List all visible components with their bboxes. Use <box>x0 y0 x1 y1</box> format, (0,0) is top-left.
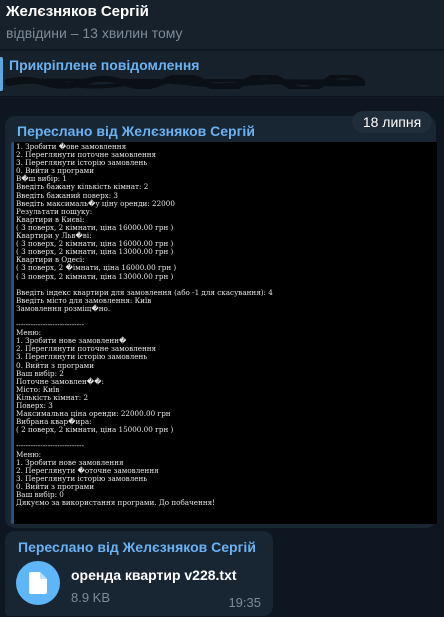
date-separator: 18 липня <box>352 111 432 133</box>
console-line: 0. Вийти з програми <box>16 481 95 491</box>
file-name[interactable]: оренда квартир v228.txt <box>71 567 237 583</box>
last-seen-status: відвідини – 13 хвилин тому <box>6 25 183 41</box>
console-line: Дякуємо за використання програми. До поб… <box>16 498 216 508</box>
console-line: 0. Вийти з програми <box>16 166 95 176</box>
console-line: ---------------------------- <box>16 441 85 451</box>
forwarded-message-screenshot[interactable]: Переслано від Желєзняков Сергій 1. Зроби… <box>5 116 437 528</box>
console-line: 0. Вийти з програми <box>16 360 95 370</box>
console-line: ( 3 поверх, 2 кімнати, ціна 13000.00 грн… <box>16 271 174 281</box>
console-line: Кількість кімнат: 2 <box>16 392 89 402</box>
chat-header[interactable]: Желєзняков Сергій відвідини – 13 хвилин … <box>0 0 444 50</box>
file-icon[interactable] <box>16 561 60 605</box>
forwarded-from-label[interactable]: Переслано від Желєзняков Сергій <box>18 539 256 555</box>
pinned-accent-bar <box>0 57 3 91</box>
file-size: 8.9 KB <box>71 590 111 605</box>
console-line: ( 2 поверх, 2 кімнати, ціна 15000.00 грн… <box>16 425 174 435</box>
console-screenshot-image[interactable]: 1. Зробити �ове замовлення 2. Переглянути… <box>11 142 437 524</box>
console-line: Поточне замовлен��: <box>16 376 104 386</box>
console-line: ---------------------------- <box>16 320 85 330</box>
forwarded-message-file[interactable]: Переслано від Желєзняков Сергій оренда к… <box>5 531 273 616</box>
console-left-edge <box>11 142 14 524</box>
document-icon <box>29 572 47 594</box>
console-output: 1. Зробити �ове замовлення 2. Переглянути… <box>14 142 437 508</box>
message-time: 19:35 <box>228 595 261 610</box>
pinned-title: Прикріплене повідомлення <box>9 57 200 73</box>
console-line: Замовлення розміщ�но. <box>16 303 111 313</box>
contact-name[interactable]: Желєзняков Сергій <box>6 3 149 20</box>
redaction-scribble <box>5 75 365 89</box>
forwarded-from-label[interactable]: Переслано від Желєзняков Сергій <box>17 123 255 139</box>
pinned-message-bar[interactable]: Прикріплене повідомлення <box>0 51 444 97</box>
